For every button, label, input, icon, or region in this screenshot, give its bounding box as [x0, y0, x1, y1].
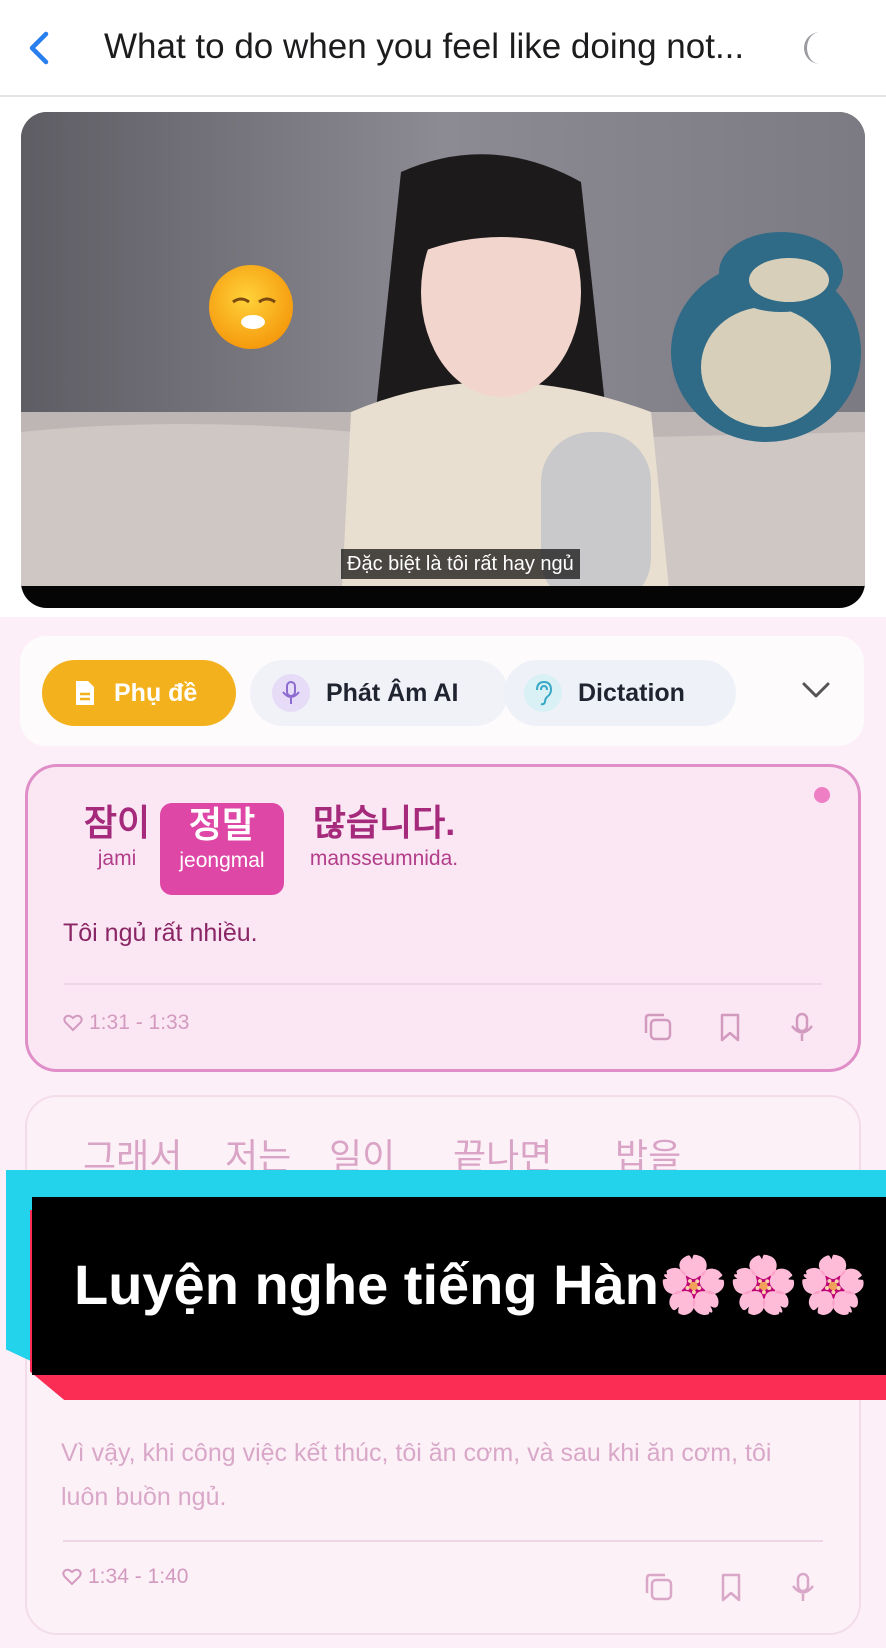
timestamp: 1:34 - 1:40 — [62, 1565, 188, 1589]
microphone-icon — [272, 674, 310, 712]
banner-text: Luyện nghe tiếng Hàn🌸🌸🌸 — [74, 1253, 869, 1316]
heart-icon — [63, 1014, 83, 1032]
word-korean: 많습니다. — [312, 802, 456, 843]
mode-tabs: Phụ đề Phát Âm AI Dictation — [20, 636, 864, 746]
word-korean: 정말 — [188, 804, 256, 845]
video-frame — [21, 112, 865, 608]
active-dot — [814, 787, 830, 803]
chevron-down-icon[interactable] — [800, 674, 832, 706]
microphone-icon[interactable] — [787, 1571, 819, 1603]
sentence-card-active[interactable]: 잠이 jami 정말 jeongmal 많습니다. mansseumnida. … — [25, 764, 861, 1072]
tab-dictation[interactable]: Dictation — [504, 660, 736, 726]
divider — [63, 1540, 823, 1542]
video-progress-bar[interactable] — [21, 586, 865, 608]
timestamp: 1:31 - 1:33 — [63, 1011, 189, 1035]
sentence-translation: Vì vậy, khi công việc kết thúc, tôi ăn c… — [61, 1439, 772, 1511]
ear-icon — [524, 674, 562, 712]
header-bar: What to do when you feel like doing not.… — [0, 0, 886, 97]
timestamp-text: 1:31 - 1:33 — [89, 1011, 190, 1034]
tab-phu-de-label: Phụ đề — [114, 678, 198, 707]
card-actions — [643, 1571, 819, 1603]
word-korean: 잠이 — [83, 802, 151, 843]
divider — [64, 983, 822, 985]
video-subtitle: Đặc biệt là tôi rất hay ngủ — [341, 549, 580, 579]
heart-icon — [62, 1568, 82, 1586]
tab-phat-am-ai[interactable]: Phát Âm AI — [250, 660, 508, 726]
bookmark-icon[interactable] — [715, 1571, 747, 1603]
word-chip[interactable]: 잠이 jami — [62, 801, 172, 889]
video-player[interactable]: Đặc biệt là tôi rất hay ngủ — [21, 112, 865, 608]
copy-icon[interactable] — [643, 1571, 675, 1603]
moon-icon[interactable] — [796, 28, 836, 68]
tab-phu-de[interactable]: Phụ đề — [42, 660, 236, 726]
card-actions — [642, 1011, 818, 1043]
document-icon — [72, 678, 98, 708]
word-romanization: jami — [97, 847, 137, 870]
word-chip[interactable]: 많습니다. mansseumnida. — [294, 801, 474, 889]
word-chip-highlighted[interactable]: 정말 jeongmal — [160, 803, 284, 895]
tab-phat-am-ai-label: Phát Âm AI — [326, 678, 459, 707]
overlay-banner: Luyện nghe tiếng Hàn🌸🌸🌸 — [32, 1197, 886, 1375]
tab-dictation-label: Dictation — [578, 678, 685, 707]
sentence-translation: Tôi ngủ rất nhiều. — [63, 919, 258, 947]
page-title: What to do when you feel like doing not.… — [104, 27, 745, 66]
word-romanization: mansseumnida. — [309, 847, 459, 870]
timestamp-text: 1:34 - 1:40 — [88, 1565, 189, 1588]
microphone-icon[interactable] — [786, 1011, 818, 1043]
word-romanization: jeongmal — [179, 849, 265, 872]
bookmark-icon[interactable] — [714, 1011, 746, 1043]
back-button[interactable] — [22, 24, 62, 72]
copy-icon[interactable] — [642, 1011, 674, 1043]
video-section: Đặc biệt là tôi rất hay ngủ — [0, 97, 886, 617]
